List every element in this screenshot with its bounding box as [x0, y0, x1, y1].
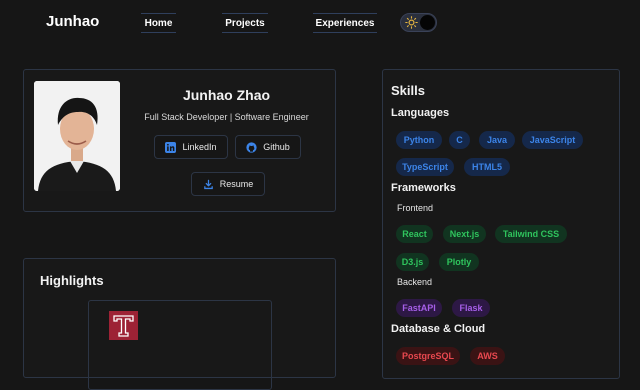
skill-chip: FastAPI [396, 299, 442, 317]
profile-name: Junhao Zhao [182, 87, 271, 103]
linkedin-label: LinkedIn [182, 142, 217, 152]
university-logo-icon [109, 311, 138, 340]
skills-title: Skills [391, 83, 425, 98]
brand-logo-text[interactable]: Junhao [46, 13, 99, 30]
nav-home[interactable]: Home [141, 13, 176, 33]
skill-chip: Tailwind CSS [495, 225, 567, 243]
github-button[interactable]: Github [235, 135, 301, 159]
profile-card: Junhao Zhao Full Stack Developer | Softw… [23, 69, 336, 212]
backend-label: Backend [397, 277, 433, 287]
skills-card: Skills Languages Python C Java JavaScrip… [382, 69, 620, 379]
skill-chip: Flask [452, 299, 490, 317]
skill-chip: D3.js [396, 253, 429, 271]
database-heading: Database & Cloud [391, 323, 486, 335]
profile-photo [34, 81, 120, 191]
linkedin-button[interactable]: LinkedIn [154, 135, 228, 159]
resume-label: Resume [219, 179, 254, 189]
profile-role: Full Stack Developer | Software Engineer [144, 112, 309, 122]
github-icon [246, 141, 257, 153]
languages-heading: Languages [391, 107, 450, 119]
frameworks-heading: Frameworks [391, 182, 456, 194]
skill-chip: C [449, 131, 470, 149]
resume-button[interactable]: Resume [191, 172, 265, 196]
skill-chip: AWS [470, 347, 505, 365]
skill-chip: TypeScript [396, 158, 454, 176]
skill-chip: React [396, 225, 433, 243]
skill-chip: Plotly [439, 253, 479, 271]
toggle-knob [420, 15, 435, 30]
highlights-card: Highlights [23, 258, 336, 390]
skill-chip: PostgreSQL [396, 347, 460, 365]
github-label: Github [263, 142, 290, 152]
sun-icon [405, 16, 418, 29]
skill-chip: HTML5 [464, 158, 510, 176]
nav-experiences[interactable]: Experiences [313, 13, 377, 33]
skill-chip: JavaScript [522, 131, 583, 149]
skill-chip: Next.js [443, 225, 486, 243]
linkedin-icon [165, 141, 177, 153]
theme-toggle[interactable] [400, 13, 437, 32]
nav-projects[interactable]: Projects [222, 13, 268, 33]
frontend-label: Frontend [397, 203, 434, 213]
skill-chip: Python [396, 131, 442, 149]
download-icon [203, 179, 213, 189]
highlight-item[interactable] [88, 300, 272, 390]
highlights-title: Highlights [40, 273, 104, 288]
navbar: Junhao Home Projects Experiences [0, 0, 640, 44]
skill-chip: Java [479, 131, 515, 149]
